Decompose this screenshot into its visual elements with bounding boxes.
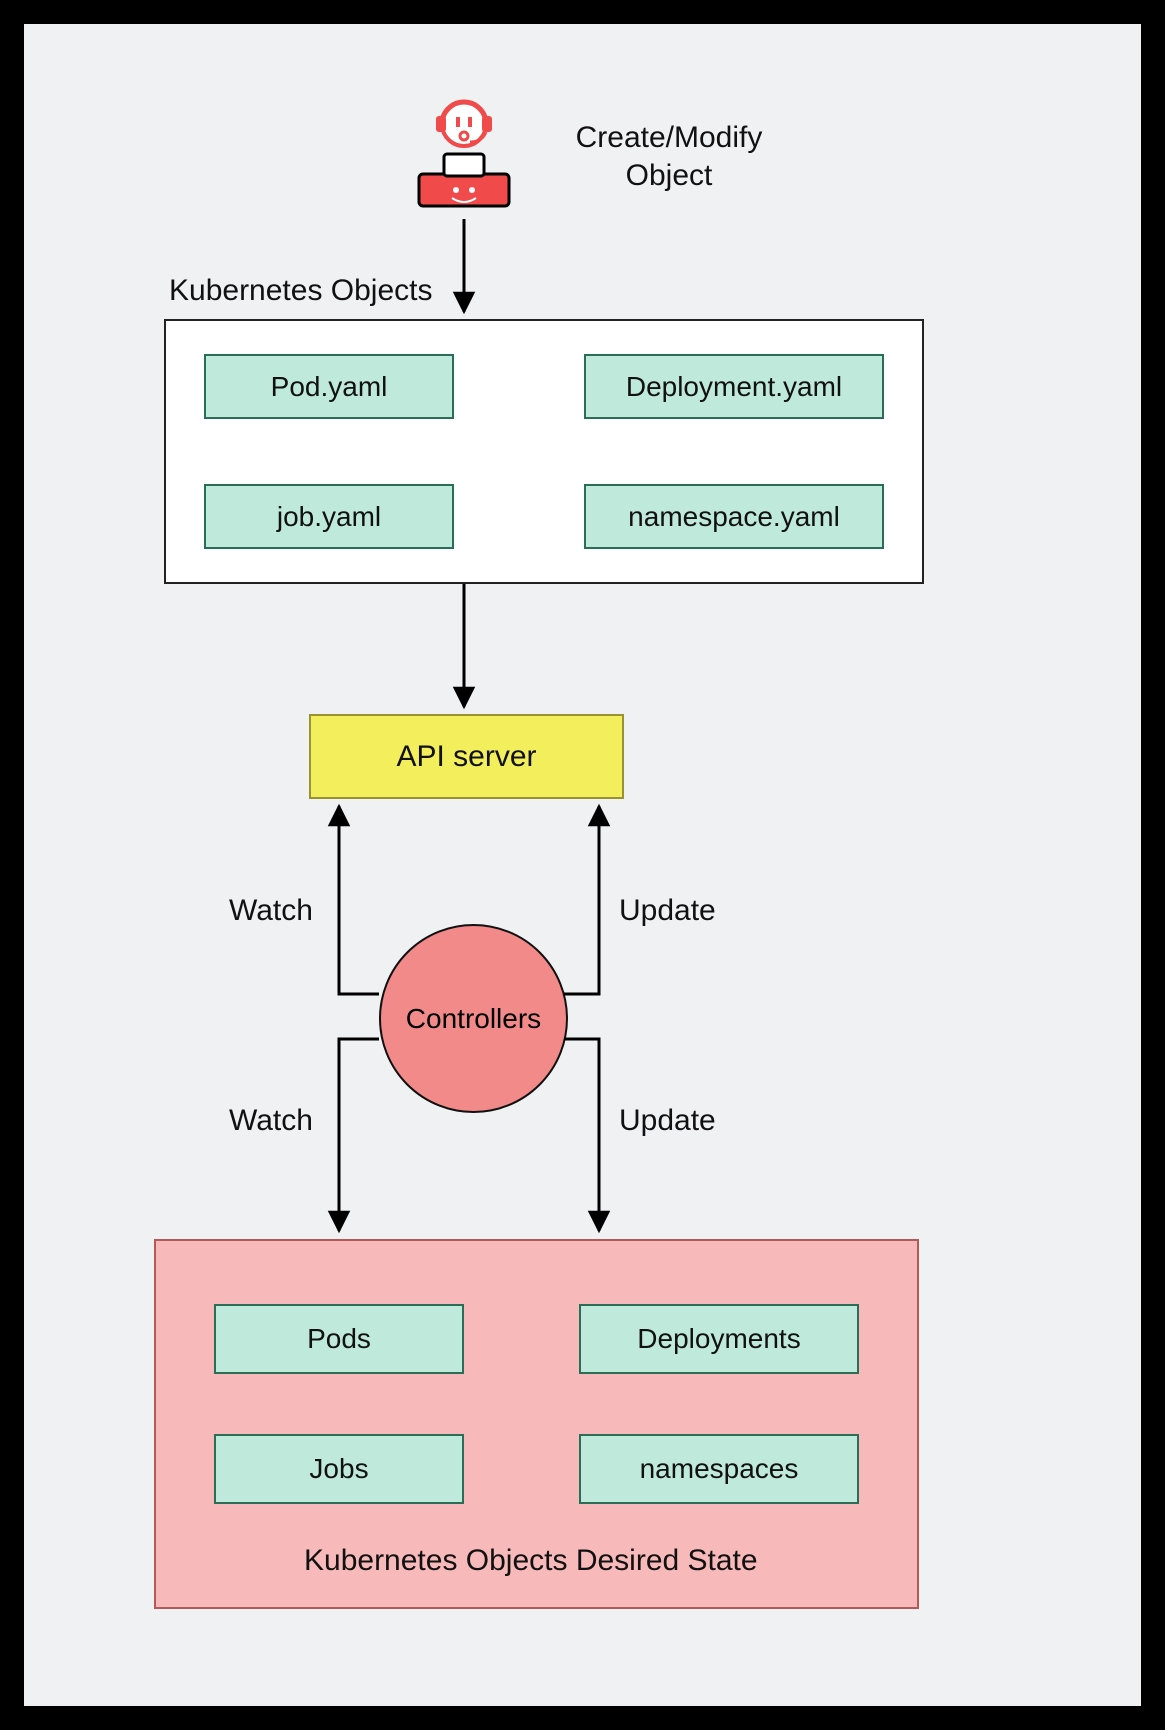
yaml-deployment: Deployment.yaml bbox=[584, 354, 884, 419]
yaml-deployment-label: Deployment.yaml bbox=[626, 371, 842, 403]
state-title: Kubernetes Objects Desired State bbox=[304, 1544, 758, 1578]
user-icon bbox=[404, 84, 524, 214]
state-pods: Pods bbox=[214, 1304, 464, 1374]
user-action-label: Create/Modify Object bbox=[554, 119, 784, 194]
yaml-job-label: job.yaml bbox=[277, 501, 381, 533]
state-deployments: Deployments bbox=[579, 1304, 859, 1374]
state-namespaces-label: namespaces bbox=[640, 1453, 799, 1485]
yaml-namespace-label: namespace.yaml bbox=[628, 501, 840, 533]
user-action-line2: Object bbox=[626, 159, 713, 192]
yaml-pod-label: Pod.yaml bbox=[271, 371, 388, 403]
state-namespaces: namespaces bbox=[579, 1434, 859, 1504]
update-bottom-label: Update bbox=[619, 1104, 716, 1138]
user-action-line1: Create/Modify bbox=[576, 121, 763, 154]
state-jobs: Jobs bbox=[214, 1434, 464, 1504]
watch-top-label: Watch bbox=[229, 894, 313, 928]
state-pods-label: Pods bbox=[307, 1323, 371, 1355]
yaml-job: job.yaml bbox=[204, 484, 454, 549]
state-jobs-label: Jobs bbox=[309, 1453, 368, 1485]
diagram-canvas: Create/Modify Object Kubernetes Objects … bbox=[0, 0, 1165, 1730]
controllers-circle: Controllers bbox=[379, 924, 568, 1113]
yaml-pod: Pod.yaml bbox=[204, 354, 454, 419]
update-top-label: Update bbox=[619, 894, 716, 928]
objects-title: Kubernetes Objects bbox=[169, 274, 432, 308]
state-deployments-label: Deployments bbox=[637, 1323, 800, 1355]
controllers-label: Controllers bbox=[406, 1003, 541, 1035]
api-server-box: API server bbox=[309, 714, 624, 799]
yaml-namespace: namespace.yaml bbox=[584, 484, 884, 549]
watch-bottom-label: Watch bbox=[229, 1104, 313, 1138]
api-server-label: API server bbox=[396, 740, 536, 774]
